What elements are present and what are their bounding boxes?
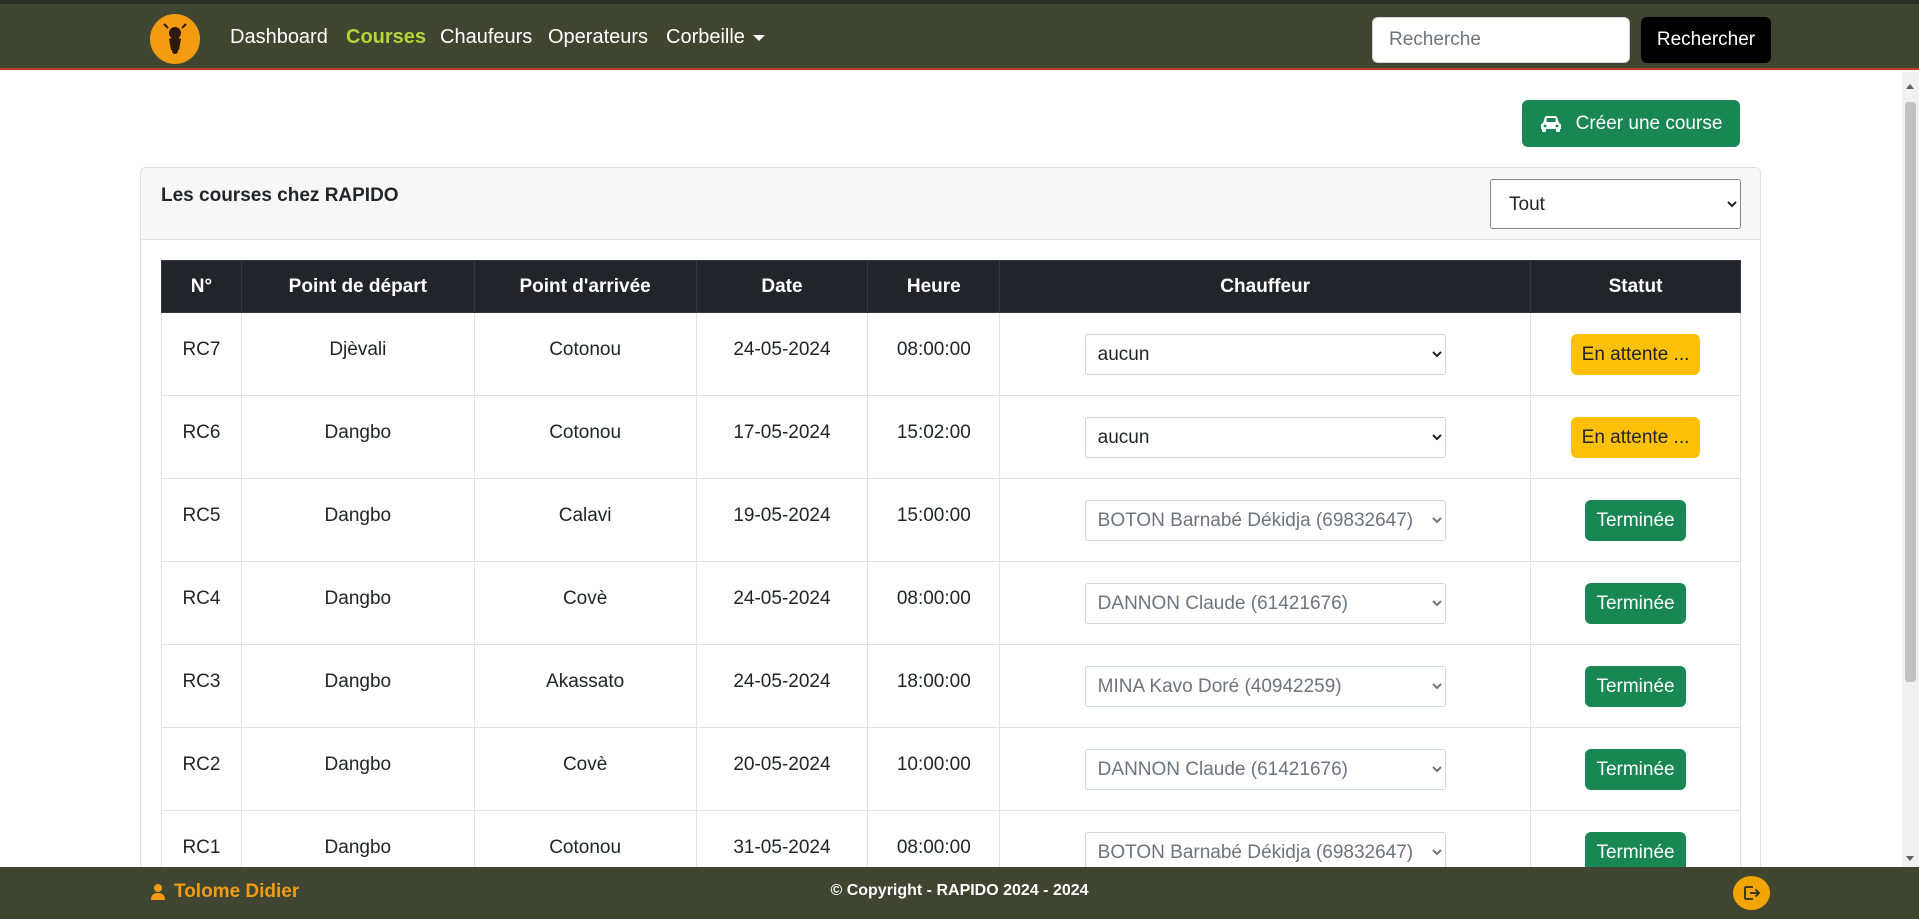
nav-operateurs[interactable]: Operateurs — [548, 26, 648, 49]
cell-arrival: Cotonou — [473, 395, 697, 479]
copyright-text: © Copyright - RAPIDO 2024 - 2024 — [830, 882, 1089, 899]
cell-time: 10:00:00 — [867, 727, 1001, 811]
nav-courses[interactable]: Courses — [346, 26, 426, 49]
scroll-up-icon[interactable] — [1906, 84, 1914, 89]
cell-arrival: Cotonou — [473, 312, 697, 396]
cell-number: RC6 — [161, 395, 242, 479]
table-row[interactable]: RC6 Dangbo Cotonou 17-05-2024 15:02:00 a… — [161, 395, 1741, 479]
cell-driver: aucun — [999, 395, 1532, 479]
cell-date: 24-05-2024 — [695, 644, 869, 728]
caret-down-icon — [752, 34, 765, 41]
cell-arrival: Covè — [473, 727, 697, 811]
cell-number: RC3 — [161, 644, 242, 728]
page-scrollbar[interactable] — [1902, 72, 1919, 867]
cell-status: Terminée — [1530, 561, 1741, 645]
cell-number: RC4 — [161, 561, 242, 645]
cell-driver: BOTON Barnabé Dékidja (69832647) — [999, 478, 1532, 562]
cell-departure: Dangbo — [240, 561, 475, 645]
cell-arrival: Calavi — [473, 478, 697, 562]
cell-date: 17-05-2024 — [695, 395, 869, 479]
create-course-button[interactable]: Créer une course — [1522, 100, 1740, 147]
card-title: Les courses chez RAPIDO — [161, 185, 399, 206]
cell-departure: Dangbo — [240, 727, 475, 811]
search-input[interactable] — [1372, 17, 1630, 63]
status-badge: Terminée — [1585, 748, 1686, 790]
top-navbar: Dashboard Courses Chaufeurs Operateurs C… — [0, 0, 1919, 70]
cell-date: 19-05-2024 — [695, 478, 869, 562]
courses-table: N° Point de départ Point d'arrivée Date … — [161, 260, 1741, 886]
logout-icon — [1743, 886, 1760, 900]
nav-chauffeurs[interactable]: Chaufeurs — [440, 26, 532, 49]
logout-button[interactable] — [1733, 876, 1770, 910]
col-header-date[interactable]: Date — [695, 260, 869, 313]
cell-status: Terminée — [1530, 727, 1741, 811]
card-header: Les courses chez RAPIDO Tout — [141, 168, 1760, 240]
cell-departure: Dangbo — [240, 395, 475, 479]
col-header-departure[interactable]: Point de départ — [240, 260, 475, 313]
courses-card: Les courses chez RAPIDO Tout N° Point de… — [140, 167, 1761, 887]
driver-select: DANNON Claude (61421676) — [1084, 582, 1446, 624]
cell-time: 18:00:00 — [867, 644, 1001, 728]
cell-status: Terminée — [1530, 478, 1741, 562]
cell-status: En attente ... — [1530, 395, 1741, 479]
driver-select[interactable]: aucun — [1084, 416, 1446, 458]
create-course-label: Créer une course — [1575, 112, 1723, 134]
car-icon — [1540, 115, 1561, 132]
cell-departure: Djèvali — [240, 312, 475, 396]
cell-time: 15:02:00 — [867, 395, 1001, 479]
cell-date: 24-05-2024 — [695, 561, 869, 645]
col-header-number[interactable]: N° — [161, 260, 242, 313]
cell-departure: Dangbo — [240, 478, 475, 562]
scroll-thumb[interactable] — [1905, 102, 1916, 682]
status-badge: Terminée — [1585, 665, 1686, 707]
cell-arrival: Covè — [473, 561, 697, 645]
status-badge: Terminée — [1585, 582, 1686, 624]
cell-time: 08:00:00 — [867, 312, 1001, 396]
cell-time: 08:00:00 — [867, 561, 1001, 645]
col-header-status[interactable]: Statut — [1530, 260, 1741, 313]
nav-dashboard[interactable]: Dashboard — [230, 26, 328, 49]
col-header-arrival[interactable]: Point d'arrivée — [473, 260, 697, 313]
cell-time: 15:00:00 — [867, 478, 1001, 562]
cell-departure: Dangbo — [240, 644, 475, 728]
col-header-driver[interactable]: Chauffeur — [999, 260, 1532, 313]
scroll-down-icon[interactable] — [1906, 856, 1914, 861]
cell-driver: DANNON Claude (61421676) — [999, 727, 1532, 811]
table-row[interactable]: RC3 Dangbo Akassato 24-05-2024 18:00:00 … — [161, 644, 1741, 728]
cell-arrival: Akassato — [473, 644, 697, 728]
status-badge[interactable]: En attente ... — [1570, 333, 1701, 375]
cell-number: RC7 — [161, 312, 242, 396]
table-row[interactable]: RC4 Dangbo Covè 24-05-2024 08:00:00 DANN… — [161, 561, 1741, 645]
status-badge: Terminée — [1585, 499, 1686, 541]
cell-number: RC2 — [161, 727, 242, 811]
status-filter-select[interactable]: Tout — [1490, 179, 1741, 229]
status-badge[interactable]: En attente ... — [1570, 416, 1701, 458]
nav-corbeille-dropdown[interactable]: Corbeille — [666, 26, 765, 49]
table-row[interactable]: RC5 Dangbo Calavi 19-05-2024 15:00:00 BO… — [161, 478, 1741, 562]
table-header-row: N° Point de départ Point d'arrivée Date … — [161, 260, 1741, 313]
cell-status: Terminée — [1530, 644, 1741, 728]
nav-corbeille-label: Corbeille — [666, 26, 745, 48]
cell-driver: aucun — [999, 312, 1532, 396]
driver-select: MINA Kavo Doré (40942259) — [1084, 665, 1446, 707]
cell-date: 24-05-2024 — [695, 312, 869, 396]
cell-status: En attente ... — [1530, 312, 1741, 396]
driver-select[interactable]: aucun — [1084, 333, 1446, 375]
cell-driver: MINA Kavo Doré (40942259) — [999, 644, 1532, 728]
table-row[interactable]: RC2 Dangbo Covè 20-05-2024 10:00:00 DANN… — [161, 727, 1741, 811]
driver-select: BOTON Barnabé Dékidja (69832647) — [1084, 499, 1446, 541]
scooter-rider-icon — [163, 23, 187, 54]
brand-logo[interactable] — [150, 14, 200, 64]
search-button[interactable]: Rechercher — [1641, 17, 1771, 63]
cell-driver: DANNON Claude (61421676) — [999, 561, 1532, 645]
driver-select: DANNON Claude (61421676) — [1084, 748, 1446, 790]
col-header-time[interactable]: Heure — [867, 260, 1001, 313]
page-footer: Tolome Didier © Copyright - RAPIDO 2024 … — [0, 867, 1919, 919]
cell-number: RC5 — [161, 478, 242, 562]
cell-date: 20-05-2024 — [695, 727, 869, 811]
table-row[interactable]: RC7 Djèvali Cotonou 24-05-2024 08:00:00 … — [161, 312, 1741, 396]
